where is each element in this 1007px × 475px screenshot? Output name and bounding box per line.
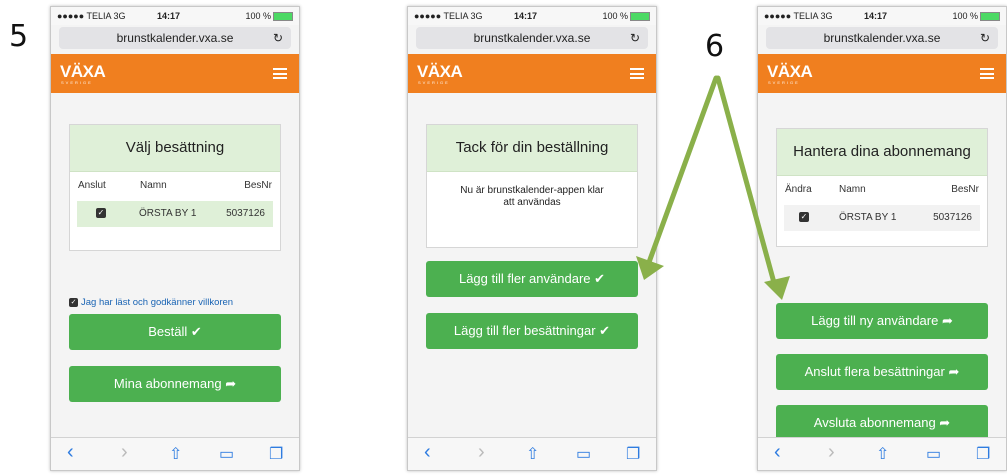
arrowhead-right: [764, 276, 790, 300]
annotation-arrows: [636, 75, 790, 300]
arrow-to-add-users: [645, 75, 719, 268]
arrow-to-add-new-user: [715, 75, 779, 293]
